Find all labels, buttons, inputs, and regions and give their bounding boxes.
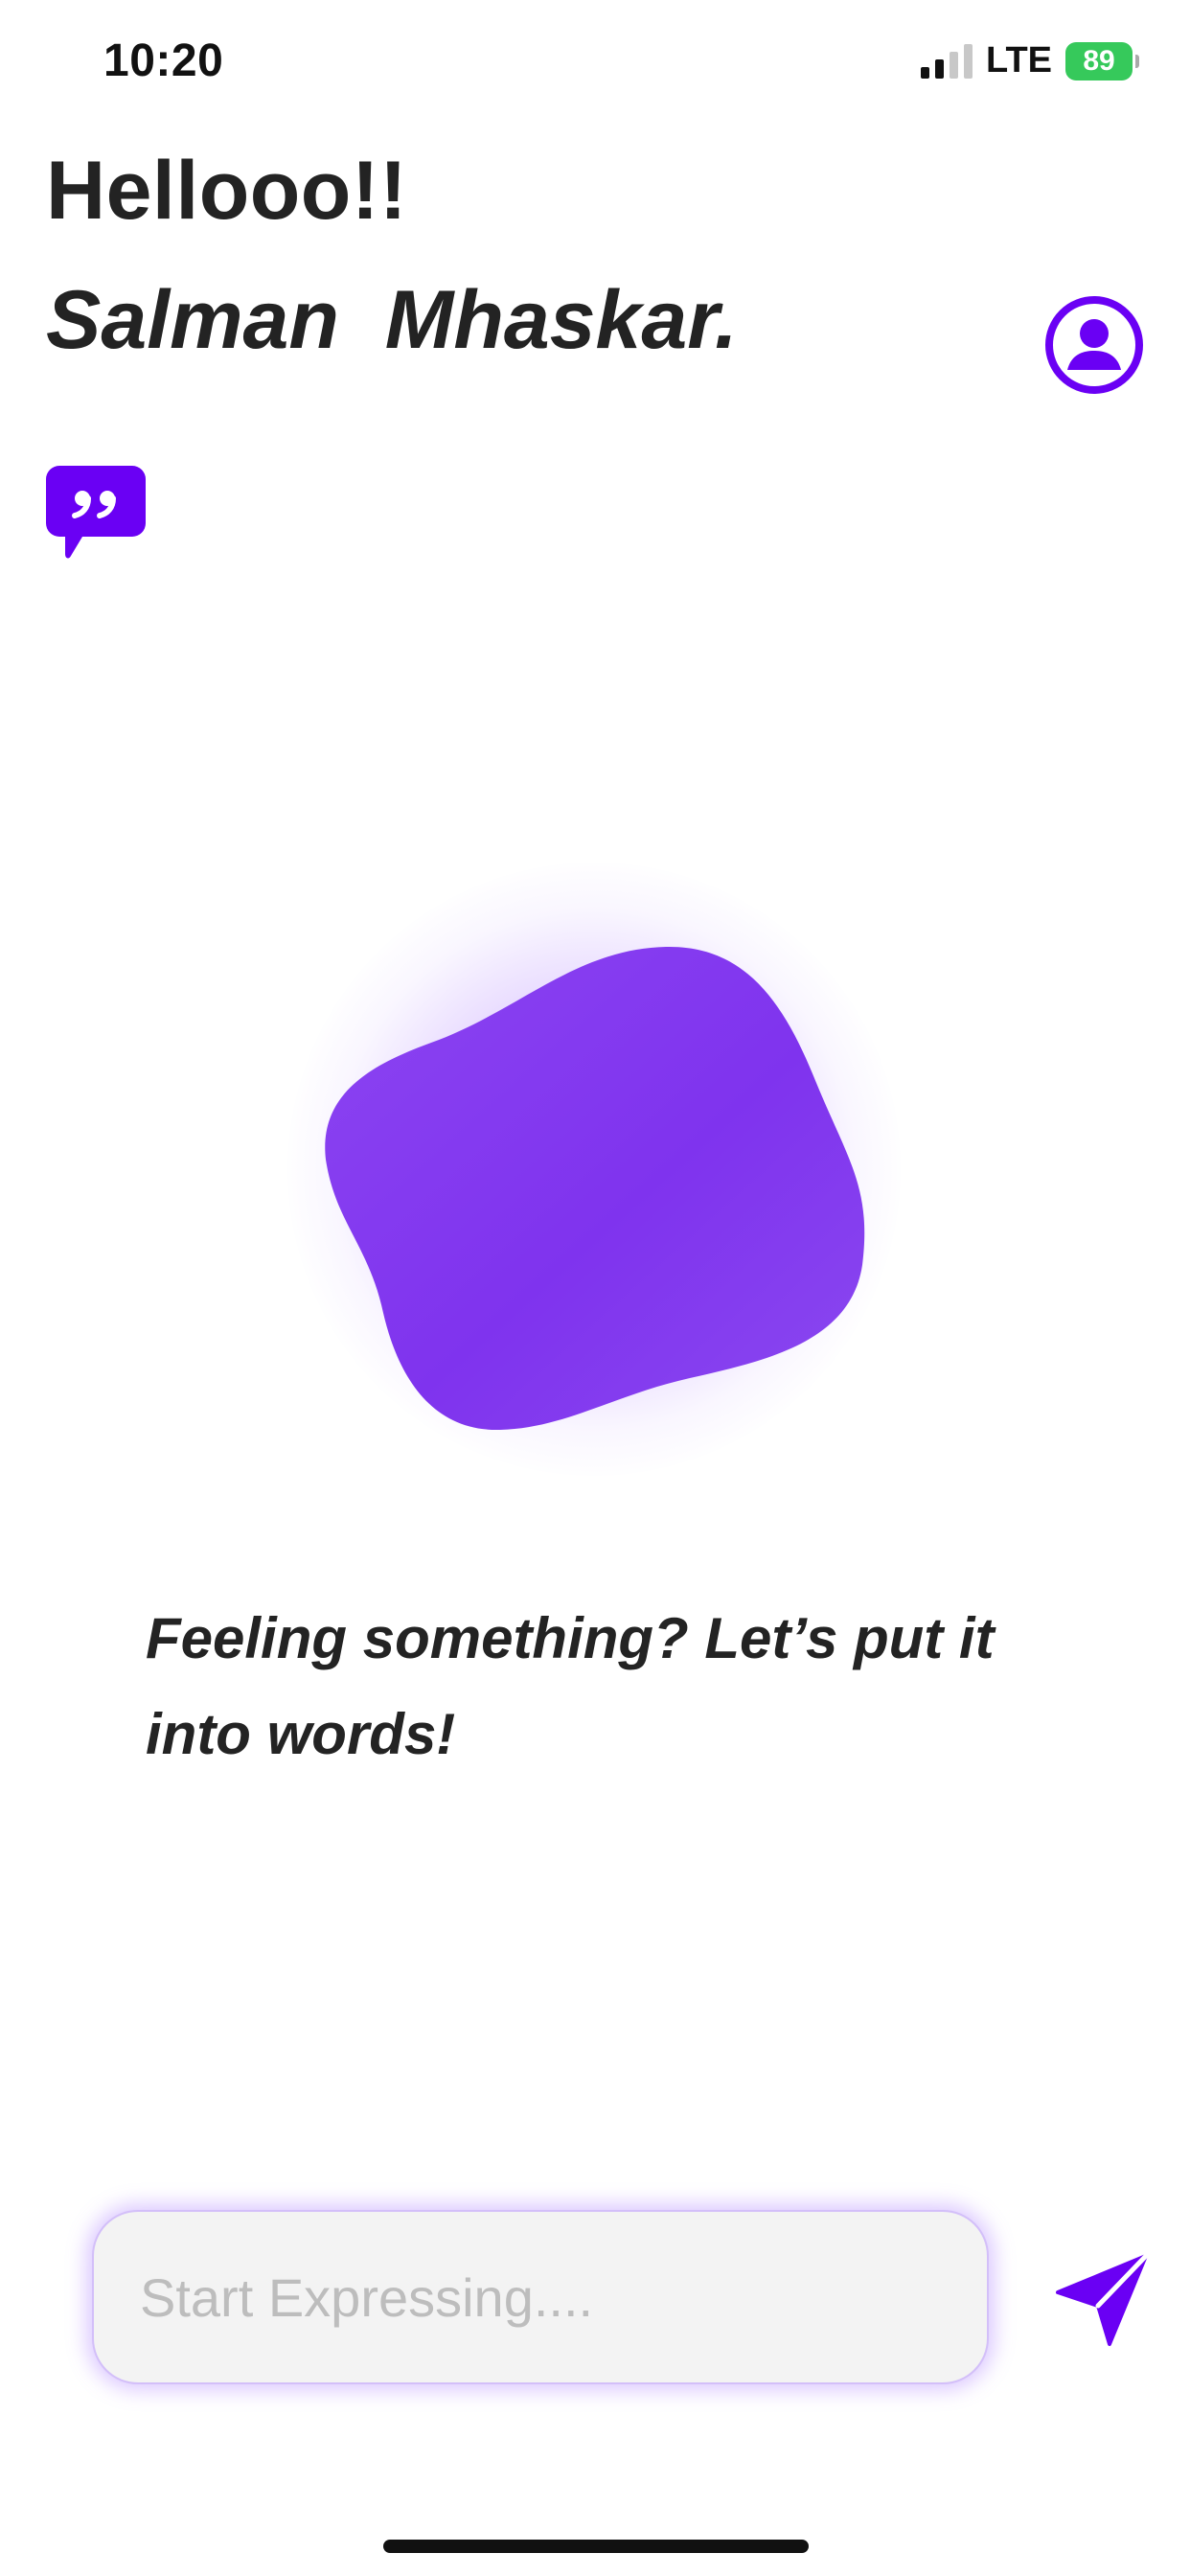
cellular-signal-icon [921, 43, 973, 79]
battery-icon: 89 [1065, 41, 1139, 80]
quote-bubble-icon [46, 466, 146, 559]
send-icon [1056, 2253, 1149, 2346]
user-circle-icon [1045, 296, 1143, 394]
send-button[interactable] [1054, 2252, 1150, 2348]
expression-input[interactable] [92, 2210, 989, 2384]
network-type: LTE [986, 40, 1052, 80]
mood-blob [230, 824, 958, 1552]
home-indicator[interactable] [383, 2540, 809, 2553]
profile-button[interactable] [1044, 295, 1144, 395]
user-name: Salman Mhaskar. [46, 274, 738, 366]
app-screen: 10:20 LTE 89 Hellooo!! Salman Mhaskar. F… [0, 0, 1190, 2576]
greeting-title: Hellooo!! [46, 145, 408, 237]
prompt-text: Feeling something? Let’s put it into wor… [146, 1606, 995, 1766]
battery-level: 89 [1083, 44, 1115, 77]
status-indicators: LTE 89 [921, 40, 1139, 81]
status-time: 10:20 [103, 35, 224, 86]
blob-shape [325, 946, 865, 1431]
quotes-button[interactable] [46, 466, 146, 562]
